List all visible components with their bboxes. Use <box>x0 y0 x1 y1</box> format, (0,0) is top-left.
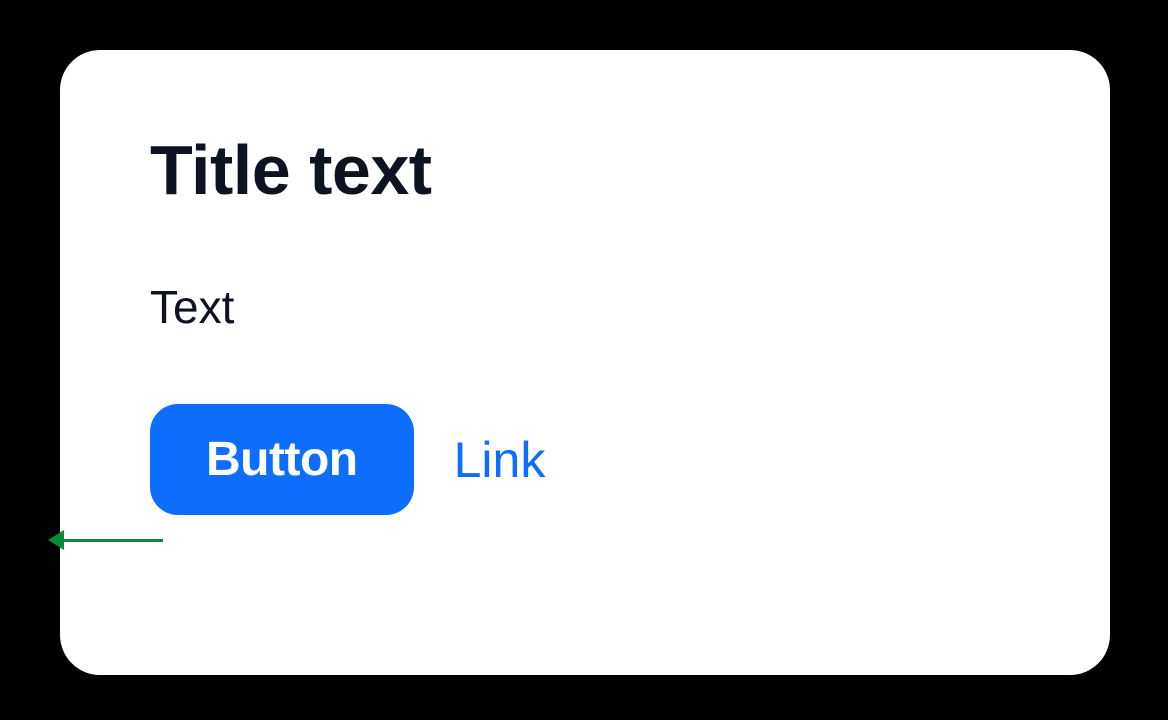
card-link[interactable]: Link <box>454 431 546 489</box>
card-title: Title text <box>150 130 1020 210</box>
primary-button[interactable]: Button <box>150 404 414 515</box>
card-container: Title text Text Button Link <box>60 50 1110 675</box>
card-actions: Button Link <box>150 404 1020 515</box>
card-body-text: Text <box>150 280 1020 334</box>
